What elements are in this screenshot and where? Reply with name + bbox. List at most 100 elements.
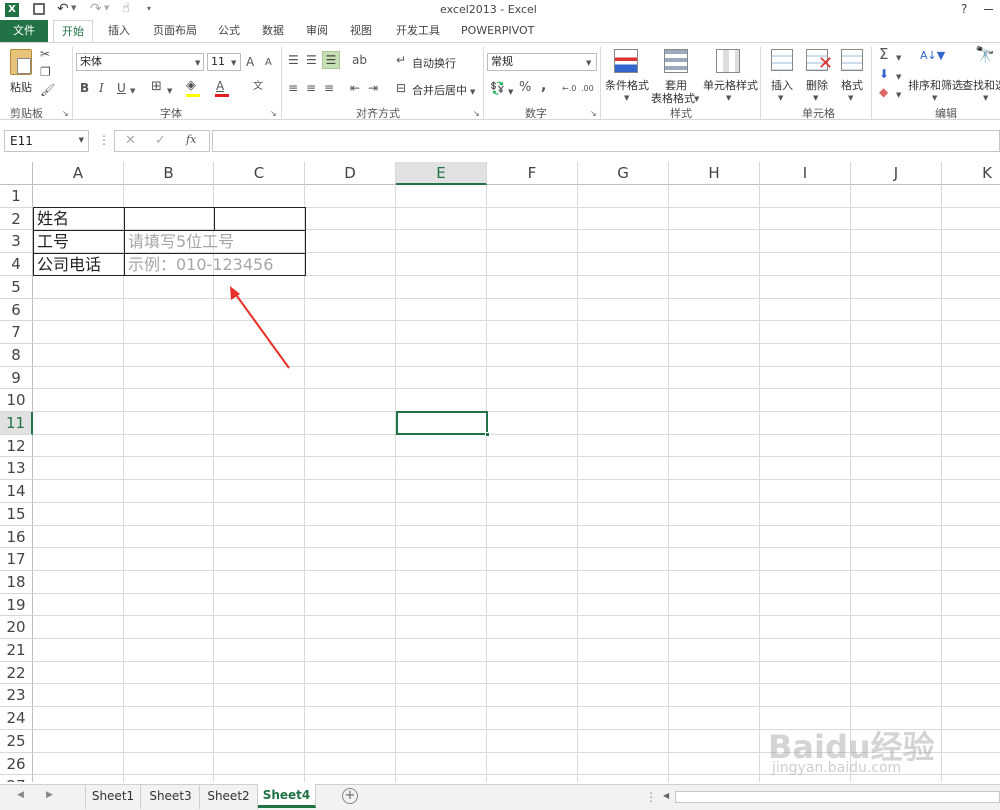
decrease-decimal-icon[interactable]: .00 (581, 82, 594, 96)
italic-icon[interactable]: I (99, 81, 104, 95)
sheet-tab-sheet1[interactable]: Sheet1 (85, 785, 141, 809)
border-dropdown-icon[interactable]: ▼ (167, 84, 172, 98)
align-left-icon[interactable]: ≡ (288, 81, 298, 95)
find-select-icon[interactable]: 🔭 (975, 47, 995, 63)
merge-dropdown-icon[interactable]: ▼ (470, 85, 475, 99)
format-dropdown-icon[interactable]: ▼ (848, 91, 853, 105)
underline-dropdown-icon[interactable]: ▼ (130, 84, 135, 98)
underline-icon[interactable]: U (117, 81, 126, 95)
font-launcher-icon[interactable]: ↘ (270, 107, 277, 121)
tab-view[interactable]: 视图 (342, 20, 380, 42)
table-format-button-line2[interactable]: 表格格式 (651, 90, 695, 106)
minimize-icon[interactable] (984, 9, 993, 10)
clear-icon[interactable]: ◆ (879, 85, 888, 99)
grow-font-icon[interactable]: A (246, 55, 254, 69)
merge-center-button[interactable]: 合并后居中 (412, 82, 467, 98)
wrap-text-icon[interactable]: ↵ (396, 53, 406, 67)
clipboard-launcher-icon[interactable]: ↘ (62, 107, 69, 121)
paste-label[interactable]: 粘贴 (10, 79, 32, 95)
merge-icon[interactable]: ⊟ (396, 81, 406, 95)
conditional-format-icon[interactable] (614, 49, 638, 73)
undo-dropdown-icon[interactable]: ▼ (71, 4, 76, 12)
insert-function-icon[interactable]: fx (186, 133, 196, 146)
fill-icon[interactable]: ⬇ (879, 67, 889, 81)
sort-filter-icon[interactable]: A↓▼ (920, 49, 945, 63)
fill-dropdown-icon[interactable]: ▼ (896, 70, 901, 84)
autosum-icon[interactable]: Σ (879, 47, 888, 62)
shrink-font-icon[interactable]: A (265, 56, 272, 70)
tab-powerpivot[interactable]: POWERPIVOT (453, 20, 542, 42)
help-icon[interactable]: ? (961, 2, 967, 16)
font-color-icon[interactable]: A (216, 79, 224, 93)
number-launcher-icon[interactable]: ↘ (590, 107, 597, 121)
tab-splitter-icon[interactable]: ⋮ (645, 790, 657, 804)
hscroll-left-icon[interactable]: ◀ (663, 791, 669, 800)
scroll-left-icon[interactable]: ◀ (17, 790, 24, 800)
currency-icon[interactable]: 💱 (490, 81, 505, 95)
cancel-entry-icon[interactable]: ✕ (125, 133, 136, 148)
tab-file[interactable]: 文件 (0, 20, 48, 42)
font-name-combo[interactable]: 宋体 (76, 53, 204, 71)
align-center-icon[interactable]: ≡ (306, 81, 316, 95)
table-format-dropdown-icon[interactable]: ▼ (694, 92, 699, 106)
tab-home[interactable]: 开始 (53, 20, 93, 43)
clear-dropdown-icon[interactable]: ▼ (896, 88, 901, 102)
add-sheet-icon[interactable]: + (342, 788, 358, 804)
formula-bar-menu-icon[interactable]: ⋮ (98, 133, 110, 147)
confirm-entry-icon[interactable]: ✓ (155, 133, 166, 148)
align-bottom-icon[interactable]: ☰ (322, 51, 340, 69)
table-format-icon[interactable] (664, 49, 688, 73)
insert-dropdown-icon[interactable]: ▼ (778, 91, 783, 105)
conditional-format-dropdown-icon[interactable]: ▼ (624, 91, 629, 105)
cell-style-icon[interactable] (716, 49, 740, 73)
fill-color-icon[interactable]: ◈ (186, 79, 196, 93)
find-dropdown-icon[interactable]: ▼ (983, 91, 988, 105)
percent-icon[interactable]: % (519, 81, 531, 95)
name-box-dropdown-icon[interactable]: ▼ (79, 136, 84, 144)
cut-icon[interactable]: ✂ (40, 47, 50, 61)
phonetic-icon[interactable]: 文 (253, 80, 263, 94)
comma-icon[interactable]: , (541, 79, 546, 93)
insert-cells-icon[interactable] (771, 49, 793, 71)
name-box[interactable]: E11 ▼ (4, 130, 89, 152)
paste-icon[interactable] (10, 49, 32, 75)
align-top-icon[interactable]: ☰ (288, 53, 299, 67)
font-name-dropdown-icon[interactable]: ▼ (195, 56, 200, 70)
bold-icon[interactable]: B (80, 81, 89, 95)
find-select-button[interactable]: 查找和选 (962, 77, 1000, 93)
sheet-tab-sheet4[interactable]: Sheet4 (258, 784, 316, 808)
redo-icon[interactable]: ↷ (90, 1, 102, 17)
orientation-icon[interactable]: ab (352, 53, 367, 67)
horizontal-scrollbar[interactable] (675, 791, 1000, 803)
increase-decimal-icon[interactable]: ←.0 (562, 82, 576, 96)
save-icon[interactable] (33, 3, 45, 15)
tab-data[interactable]: 数据 (254, 20, 292, 42)
worksheet-grid[interactable]: ABCDEFGHIJK 1 2 3 4 5 6 7 8 9 10 11 12 13 14 15 16 17 18 1… (0, 162, 1000, 782)
sort-dropdown-icon[interactable]: ▼ (932, 91, 937, 105)
tab-developer[interactable]: 开发工具 (388, 20, 448, 42)
wrap-text-button[interactable]: 自动换行 (412, 55, 456, 71)
undo-icon[interactable]: ↶ (57, 1, 69, 17)
tab-page-layout[interactable]: 页面布局 (145, 20, 205, 42)
indent-increase-icon[interactable]: ⇥ (368, 81, 378, 95)
currency-dropdown-icon[interactable]: ▼ (508, 85, 513, 99)
copy-icon[interactable]: ❐ (40, 65, 51, 79)
border-icon[interactable]: ⊞ (151, 80, 162, 94)
autosum-dropdown-icon[interactable]: ▼ (896, 51, 901, 65)
number-format-dropdown-icon[interactable]: ▼ (586, 56, 591, 70)
format-cells-icon[interactable] (841, 49, 863, 71)
scroll-right-icon[interactable]: ▶ (46, 790, 53, 800)
align-middle-icon[interactable]: ☰ (306, 53, 317, 67)
delete-dropdown-icon[interactable]: ▼ (813, 91, 818, 105)
indent-decrease-icon[interactable]: ⇤ (350, 81, 360, 95)
touch-mode-icon[interactable]: ☝ (122, 1, 130, 16)
font-size-dropdown-icon[interactable]: ▼ (231, 56, 236, 70)
tab-formulas[interactable]: 公式 (210, 20, 248, 42)
tab-review[interactable]: 审阅 (298, 20, 336, 42)
cell-style-dropdown-icon[interactable]: ▼ (726, 91, 731, 105)
number-format-combo[interactable]: 常规 (487, 53, 597, 71)
alignment-launcher-icon[interactable]: ↘ (473, 107, 480, 121)
sheet-tab-sheet3[interactable]: Sheet3 (142, 785, 200, 809)
format-painter-icon[interactable]: 🖌 (40, 83, 55, 97)
sheet-tab-sheet2[interactable]: Sheet2 (200, 785, 258, 809)
